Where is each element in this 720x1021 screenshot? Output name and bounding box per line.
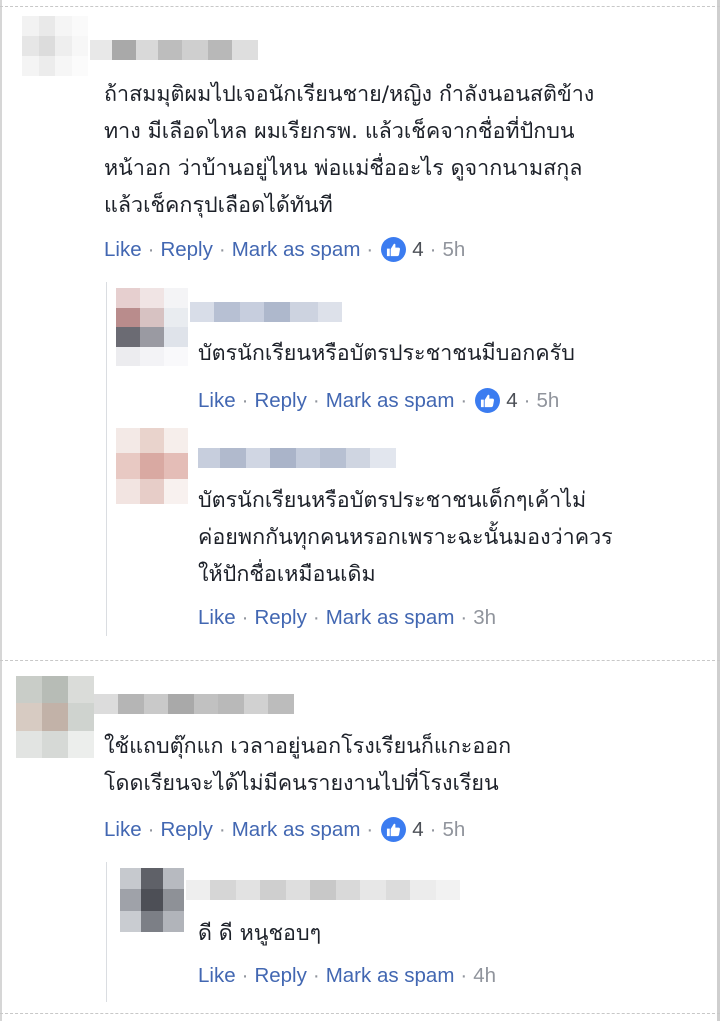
comment-text: บัตรนักเรียนหรือบัตรประชาชนเด็กๆเค้าไม่ …: [198, 488, 613, 587]
reply-link[interactable]: Reply: [160, 238, 212, 262]
separator: ·: [366, 817, 374, 841]
frame-left-border: [0, 0, 2, 1021]
avatar[interactable]: [116, 288, 188, 366]
comment-actions: Like · Reply · Mark as spam · 4h: [198, 964, 496, 988]
separator: ·: [241, 606, 249, 629]
separator-middle: [0, 660, 720, 661]
like-link[interactable]: Like: [104, 818, 142, 842]
separator: ·: [147, 237, 155, 261]
separator: ·: [312, 964, 320, 987]
reaction-count[interactable]: 4: [412, 818, 423, 842]
commenter-name-blurred[interactable]: [94, 694, 294, 714]
avatar[interactable]: [120, 868, 184, 932]
thumbs-up-icon[interactable]: [381, 817, 407, 842]
avatar[interactable]: [16, 676, 94, 758]
mark-as-spam-link[interactable]: Mark as spam: [326, 389, 455, 413]
comment-text: ถ้าสมมุติผมไปเจอนักเรียนชาย/หญิง กำลังนอ…: [104, 82, 595, 218]
comment-actions: Like · Reply · Mark as spam · 3h: [198, 606, 496, 630]
thumbs-up-icon[interactable]: [381, 237, 407, 262]
separator: ·: [218, 237, 226, 261]
commenter-name-blurred[interactable]: [90, 40, 258, 60]
reply-link[interactable]: Reply: [254, 606, 306, 630]
reaction-count[interactable]: 4: [506, 389, 517, 413]
like-link[interactable]: Like: [198, 606, 236, 630]
separator: ·: [366, 237, 374, 261]
separator: ·: [241, 388, 249, 412]
reply-thread-line: [106, 862, 107, 1002]
separator: ·: [460, 606, 468, 629]
commenter-name-blurred[interactable]: [186, 880, 460, 900]
comment-text: ใช้แถบตุ๊กแก เวลาอยู่นอกโรงเรียนก็แกะออก…: [104, 734, 512, 796]
like-link[interactable]: Like: [198, 389, 236, 413]
separator: ·: [312, 388, 320, 412]
thumbs-up-icon[interactable]: [475, 388, 501, 413]
timestamp[interactable]: 5h: [536, 389, 559, 413]
comment-text: ดี ดี หนูชอบๆ: [198, 921, 322, 946]
avatar[interactable]: [22, 16, 88, 76]
mark-as-spam-link[interactable]: Mark as spam: [326, 606, 455, 630]
reply-link[interactable]: Reply: [254, 389, 306, 413]
reply-link[interactable]: Reply: [160, 818, 212, 842]
separator: ·: [523, 388, 531, 412]
separator: ·: [241, 964, 249, 987]
mark-as-spam-link[interactable]: Mark as spam: [232, 238, 361, 262]
like-link[interactable]: Like: [104, 238, 142, 262]
reply-thread-line: [106, 282, 107, 636]
avatar[interactable]: [116, 428, 188, 504]
separator: ·: [312, 606, 320, 629]
mark-as-spam-link[interactable]: Mark as spam: [232, 818, 361, 842]
separator: ·: [460, 964, 468, 987]
separator: ·: [218, 817, 226, 841]
reply-link[interactable]: Reply: [254, 964, 306, 988]
reaction-count[interactable]: 4: [412, 238, 423, 262]
timestamp[interactable]: 5h: [442, 818, 465, 842]
separator: ·: [460, 388, 468, 412]
comment-text: บัตรนักเรียนหรือบัตรประชาชนมีบอกครับ: [198, 341, 575, 366]
separator-bottom: [0, 1013, 720, 1014]
commenter-name-blurred[interactable]: [190, 302, 342, 322]
separator-top: [0, 6, 720, 7]
timestamp[interactable]: 3h: [473, 606, 496, 630]
separator: ·: [429, 817, 437, 841]
separator: ·: [147, 817, 155, 841]
timestamp[interactable]: 4h: [473, 964, 496, 988]
commenter-name-blurred[interactable]: [198, 448, 396, 468]
comment-actions: Like · Reply · Mark as spam · 4 · 5h: [104, 237, 465, 262]
like-link[interactable]: Like: [198, 964, 236, 988]
separator: ·: [429, 237, 437, 261]
comment-actions: Like · Reply · Mark as spam · 4 · 5h: [198, 388, 559, 413]
comment-actions: Like · Reply · Mark as spam · 4 · 5h: [104, 817, 465, 842]
mark-as-spam-link[interactable]: Mark as spam: [326, 964, 455, 988]
timestamp[interactable]: 5h: [442, 238, 465, 262]
